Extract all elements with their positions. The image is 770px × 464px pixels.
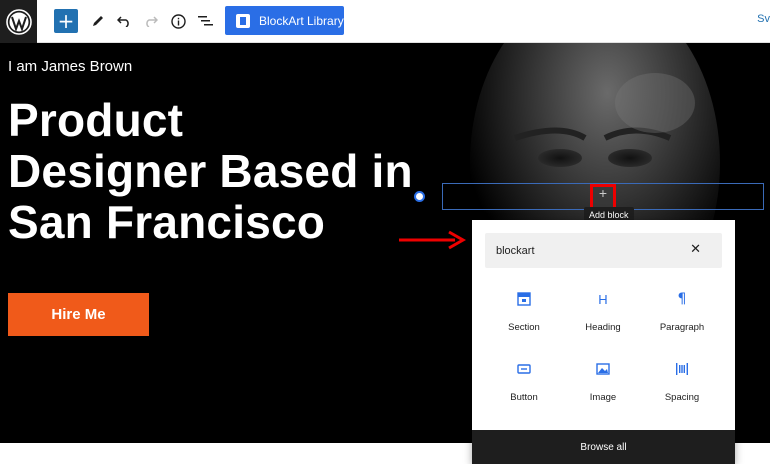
block-search: ✕ — [485, 233, 722, 268]
blockart-library-button[interactable]: BlockArt Library — [225, 6, 344, 35]
browse-all-button[interactable]: Browse all — [472, 430, 735, 464]
section-icon — [484, 288, 564, 310]
block-option-label: Spacing — [664, 392, 700, 403]
block-option-label: Section — [508, 322, 540, 333]
headline-line: Product — [8, 94, 184, 146]
redo-icon[interactable] — [138, 8, 164, 34]
hero-headline: Product Designer Based in San Francisco — [8, 95, 413, 248]
headline-line: San Francisco — [8, 196, 326, 248]
editor-toolbar: + BlockArt Library Sv — [0, 0, 770, 43]
block-option-label: Image — [589, 392, 617, 403]
block-search-input[interactable] — [485, 233, 685, 268]
add-block-toggle-button[interactable]: + — [54, 9, 78, 33]
info-icon[interactable] — [165, 8, 191, 34]
button-icon — [484, 358, 564, 380]
blockart-icon — [236, 13, 250, 28]
block-option-image[interactable]: Image — [563, 358, 643, 418]
block-option-label: Paragraph — [659, 322, 705, 333]
block-option-label: Button — [510, 392, 538, 403]
block-option-button[interactable]: Button — [484, 358, 564, 418]
block-resize-handle[interactable] — [414, 191, 425, 202]
wordpress-logo-icon[interactable] — [0, 0, 37, 43]
list-view-icon[interactable] — [192, 8, 218, 34]
block-option-section[interactable]: Section — [484, 288, 564, 348]
blockart-library-label: BlockArt Library — [259, 13, 344, 28]
image-icon — [563, 358, 643, 380]
heading-icon: H — [598, 291, 608, 307]
block-option-spacing[interactable]: Spacing — [642, 358, 722, 418]
block-option-heading[interactable]: H Heading — [563, 288, 643, 348]
annotation-arrow-icon — [399, 230, 467, 250]
block-option-label: Heading — [585, 322, 621, 333]
undo-icon[interactable] — [111, 8, 137, 34]
intro-text: I am James Brown — [8, 58, 133, 75]
paragraph-icon: ¶ — [677, 291, 687, 307]
block-option-paragraph[interactable]: ¶ Paragraph — [642, 288, 722, 348]
edit-pencil-icon[interactable] — [85, 8, 111, 34]
save-draft-link[interactable]: Sv — [757, 13, 770, 25]
block-inserter-popover: ✕ Section H Heading ¶ Paragraph Button — [472, 220, 735, 464]
clear-search-icon[interactable]: ✕ — [690, 242, 701, 257]
headline-line: Designer Based in — [8, 145, 413, 197]
hire-me-button[interactable]: Hire Me — [8, 293, 149, 336]
spacing-icon — [642, 358, 722, 380]
